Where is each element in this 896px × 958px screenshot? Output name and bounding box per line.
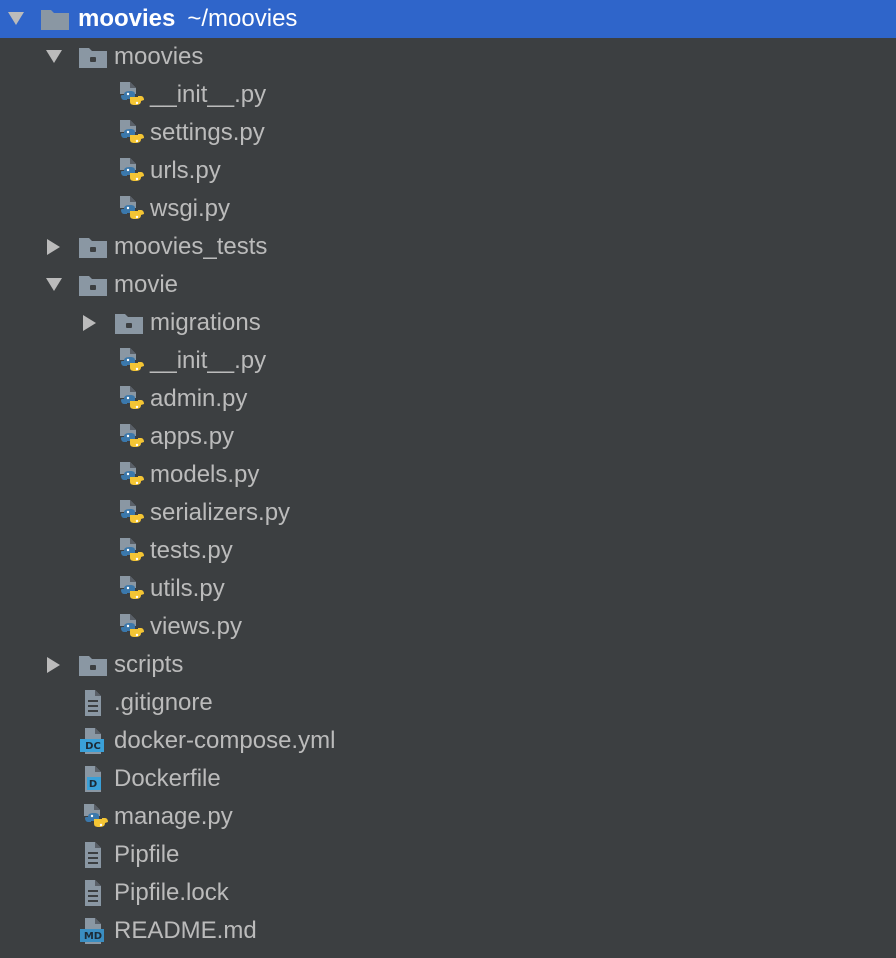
tree-item-dockerfile[interactable]: D Dockerfile bbox=[0, 760, 896, 798]
tree-item-label: Pipfile.lock bbox=[114, 879, 229, 906]
tree-item-urls-py[interactable]: urls.py bbox=[0, 152, 896, 190]
tree-item-label: migrations bbox=[150, 309, 261, 336]
tree-item-serializers-py[interactable]: serializers.py bbox=[0, 494, 896, 532]
tree-item-utils-py[interactable]: utils.py bbox=[0, 570, 896, 608]
project-tree: moovies ~/moovies moovies __init__.py setti… bbox=[0, 0, 896, 958]
tree-item-label: __init__.py bbox=[150, 347, 267, 374]
tree-item-label: tests.py bbox=[150, 537, 233, 564]
package-folder-icon bbox=[78, 232, 108, 262]
tree-item-label: moovies bbox=[114, 43, 204, 70]
project-path: ~/moovies bbox=[187, 5, 298, 32]
markdown-file-icon: MD bbox=[78, 916, 108, 946]
tree-item-label: __init__.py bbox=[150, 81, 267, 108]
tree-item-label: views.py bbox=[150, 613, 243, 640]
package-folder-icon bbox=[78, 270, 108, 300]
tree-item-label: manage.py bbox=[114, 803, 233, 830]
python-file-icon bbox=[114, 574, 144, 604]
expand-arrow-icon[interactable] bbox=[6, 9, 26, 29]
python-file-icon bbox=[78, 802, 108, 832]
tree-item-wsgi-py[interactable]: wsgi.py bbox=[0, 190, 896, 228]
python-file-icon bbox=[114, 384, 144, 414]
tree-item-manage-py[interactable]: manage.py bbox=[0, 798, 896, 836]
tree-item-pipfile-lock[interactable]: Pipfile.lock bbox=[0, 874, 896, 912]
project-name: moovies bbox=[78, 5, 176, 32]
expand-arrow-icon[interactable] bbox=[44, 275, 64, 295]
tree-item-label: models.py bbox=[150, 461, 260, 488]
dockerfile-icon: D bbox=[78, 764, 108, 794]
tree-root-row[interactable]: moovies ~/moovies bbox=[0, 0, 896, 38]
python-file-icon bbox=[114, 422, 144, 452]
tree-item-label: docker-compose.yml bbox=[114, 727, 336, 754]
tree-item-migrations[interactable]: migrations bbox=[0, 304, 896, 342]
tree-item-label: admin.py bbox=[150, 385, 248, 412]
tree-item-label: README.md bbox=[114, 917, 257, 944]
folder-icon bbox=[40, 4, 70, 34]
tree-item-init-py[interactable]: __init__.py bbox=[0, 76, 896, 114]
docker-compose-file-icon: DC bbox=[78, 726, 108, 756]
collapse-arrow-icon[interactable] bbox=[80, 313, 100, 333]
tree-item-moovies[interactable]: moovies bbox=[0, 38, 896, 76]
python-file-icon bbox=[114, 536, 144, 566]
python-file-icon bbox=[114, 118, 144, 148]
file-type-badge: MD bbox=[83, 931, 103, 942]
file-type-badge: D bbox=[88, 779, 98, 790]
expand-arrow-icon[interactable] bbox=[44, 47, 64, 67]
python-file-icon bbox=[114, 346, 144, 376]
tree-item-label: apps.py bbox=[150, 423, 235, 450]
tree-item-label: scripts bbox=[114, 651, 184, 678]
tree-item-label: wsgi.py bbox=[150, 195, 231, 222]
tree-item-docker-compose-yml[interactable]: DC docker-compose.yml bbox=[0, 722, 896, 760]
tree-root-label: moovies ~/moovies bbox=[78, 0, 297, 38]
tree-item-settings-py[interactable]: settings.py bbox=[0, 114, 896, 152]
tree-item-label: .gitignore bbox=[114, 689, 213, 716]
package-folder-icon bbox=[78, 42, 108, 72]
text-file-icon bbox=[78, 878, 108, 908]
python-file-icon bbox=[114, 80, 144, 110]
tree-item-tests-py[interactable]: tests.py bbox=[0, 532, 896, 570]
tree-item-label: settings.py bbox=[150, 119, 265, 146]
tree-item-scripts[interactable]: scripts bbox=[0, 646, 896, 684]
tree-item-init-py[interactable]: __init__.py bbox=[0, 342, 896, 380]
tree-item-label: movie bbox=[114, 271, 179, 298]
tree-item-label: moovies_tests bbox=[114, 233, 268, 260]
text-file-icon bbox=[78, 688, 108, 718]
collapse-arrow-icon[interactable] bbox=[44, 655, 64, 675]
tree-item-moovies-tests[interactable]: moovies_tests bbox=[0, 228, 896, 266]
python-file-icon bbox=[114, 156, 144, 186]
python-file-icon bbox=[114, 612, 144, 642]
tree-item-readme-md[interactable]: MD README.md bbox=[0, 912, 896, 950]
tree-item-models-py[interactable]: models.py bbox=[0, 456, 896, 494]
file-type-badge: DC bbox=[85, 741, 101, 752]
collapse-arrow-icon[interactable] bbox=[44, 237, 64, 257]
package-folder-icon bbox=[114, 308, 144, 338]
tree-item-apps-py[interactable]: apps.py bbox=[0, 418, 896, 456]
tree-item-gitignore[interactable]: .gitignore bbox=[0, 684, 896, 722]
text-file-icon bbox=[78, 840, 108, 870]
tree-item-views-py[interactable]: views.py bbox=[0, 608, 896, 646]
tree-item-admin-py[interactable]: admin.py bbox=[0, 380, 896, 418]
tree-item-label: Dockerfile bbox=[114, 765, 221, 792]
package-folder-icon bbox=[78, 650, 108, 680]
python-file-icon bbox=[114, 460, 144, 490]
tree-item-pipfile[interactable]: Pipfile bbox=[0, 836, 896, 874]
tree-item-label: urls.py bbox=[150, 157, 221, 184]
python-file-icon bbox=[114, 498, 144, 528]
tree-item-label: utils.py bbox=[150, 575, 225, 602]
tree-item-movie[interactable]: movie bbox=[0, 266, 896, 304]
tree-item-label: Pipfile bbox=[114, 841, 180, 868]
tree-item-label: serializers.py bbox=[150, 499, 291, 526]
tree-bottom-edge bbox=[0, 952, 896, 958]
python-file-icon bbox=[114, 194, 144, 224]
